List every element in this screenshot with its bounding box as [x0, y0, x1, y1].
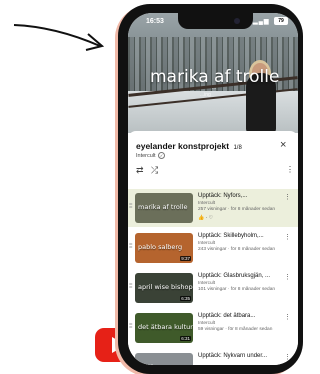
close-icon[interactable]: × [280, 139, 286, 151]
playlist-item-title[interactable]: Upptäck: Skillebyholm,... [198, 233, 264, 239]
loop-icon[interactable]: ⇄ [136, 165, 144, 176]
video-thumbnail[interactable]: april wise bishop 6:35 [135, 273, 193, 303]
video-thumbnail[interactable]: pablo salberg 9:37 [135, 233, 193, 263]
playlist-item[interactable]: = = april wise bishop 6:35 Upptäck: Glasb… [128, 269, 298, 307]
video-player[interactable]: marika af trolle ... ...ing [128, 13, 298, 133]
playlist-more-icon[interactable]: ⋮ [286, 165, 294, 174]
item-more-icon[interactable]: ⋮ [284, 353, 291, 361]
playlist-owner-name: Intercult [136, 152, 156, 159]
playlist-title: eyelander konstprojekt 1/8 [136, 141, 242, 151]
video-duration: 6:35 [180, 296, 191, 301]
playlist-item[interactable]: == det ätbara kulturarvet 6:31 Upptäck: … [128, 309, 298, 347]
signal-wifi-icon: ▂▄▆ [253, 19, 270, 25]
playlist-item-title[interactable]: Upptäck: det ätbara... [198, 313, 255, 319]
playlist-item-meta: 243 visningar · för 8 månader sedan [198, 247, 276, 252]
thumbnail-text: frank [138, 363, 155, 365]
item-more-icon[interactable]: ⋮ [284, 313, 291, 321]
playlist-item-meta: 59 visningar · för 8 månader sedan [198, 327, 273, 332]
playlist-position: 1/8 [233, 145, 242, 151]
shuffle-icon[interactable]: ⤮ [151, 165, 158, 176]
drag-handle-icon[interactable]: == [129, 282, 133, 291]
thumbnail-text: pablo salberg [138, 243, 183, 251]
item-more-icon[interactable]: ⋮ [284, 233, 291, 241]
playlist-panel: eyelander konstprojekt 1/8 Intercult ✓ ×… [128, 131, 298, 365]
playlist-item-channel: Intercult [198, 201, 216, 206]
playlist-item[interactable]: = = marika af trolle Upptäck: Nyfors,... … [128, 189, 298, 227]
video-title-overlay: marika af trolle [150, 67, 280, 87]
playlist-item-title[interactable]: Upptäck: Glasbruksgjän, ... [198, 273, 270, 279]
arrow-pointer-icon [13, 24, 105, 51]
playlist-item-meta: 101 visningar · för 8 månader sedan [198, 287, 276, 292]
video-duration: 9:37 [180, 256, 191, 261]
drag-handle-icon[interactable]: == [129, 242, 133, 251]
playlist-item-channel: Intercult [198, 321, 216, 326]
thumbnail-text: marika af trolle [138, 203, 188, 211]
notch [178, 13, 253, 29]
drag-handle-icon[interactable]: == [129, 362, 133, 365]
phone-frame: marika af trolle ... ...ing 16:53 ▂▄▆ 79… [118, 4, 303, 374]
battery-icon: 79 [274, 17, 288, 25]
verified-icon: ✓ [158, 152, 166, 159]
video-subtitle-overlay: ... [212, 85, 217, 91]
playlist-item-meta: 257 visningar · för 8 månader sedan [198, 207, 276, 212]
thumbnail-text: april wise bishop [138, 283, 193, 291]
playlist-item-title[interactable]: Upptäck: Nyfors,... [198, 193, 247, 199]
item-more-icon[interactable]: ⋮ [284, 273, 291, 281]
playlist-title-text: eyelander konstprojekt [136, 141, 230, 151]
playlist-item-channel: Intercult [198, 241, 216, 246]
video-subtitle-overlay-2: ...ing [200, 92, 211, 98]
thumbnail-text: det ätbara kulturarvet [138, 323, 193, 331]
video-thumbnail[interactable]: det ätbara kulturarvet 6:31 [135, 313, 193, 343]
playlist-item[interactable]: == frank Upptäck: Nykvarn under... ⋮ [128, 349, 298, 365]
playlist-item[interactable]: = = pablo salberg 9:37 Upptäck: Skillebyh… [128, 229, 298, 267]
playlist-item-channel: Intercult [198, 281, 216, 286]
status-time: 16:53 [146, 18, 164, 25]
video-thumbnail[interactable]: frank [135, 353, 193, 365]
drag-handle-icon[interactable]: == [129, 202, 133, 211]
video-thumbnail[interactable]: marika af trolle [135, 193, 193, 223]
playlist-item-title[interactable]: Upptäck: Nykvarn under... [198, 353, 267, 359]
item-more-icon[interactable]: ⋮ [284, 193, 291, 201]
playlist-owner[interactable]: Intercult ✓ [136, 152, 166, 159]
like-dislike-icons[interactable]: 👍 · ♡ [198, 215, 213, 221]
video-duration: 6:31 [180, 336, 191, 341]
phone-screen: marika af trolle ... ...ing 16:53 ▂▄▆ 79… [128, 13, 298, 365]
drag-handle-icon[interactable]: == [129, 322, 133, 331]
